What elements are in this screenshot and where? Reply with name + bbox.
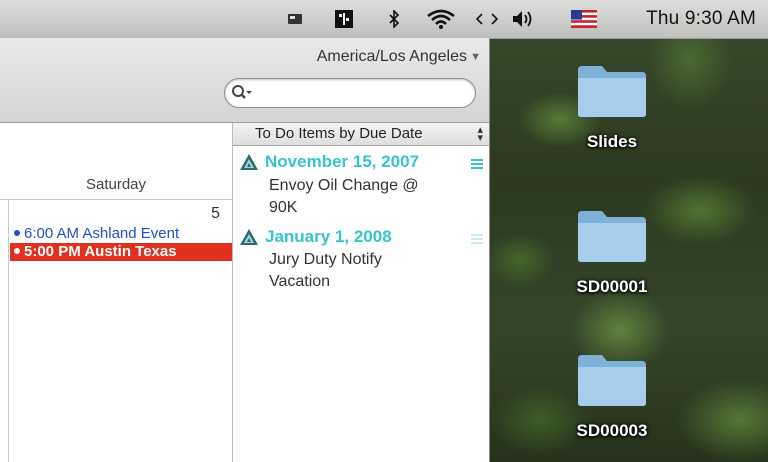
divider [0, 199, 232, 200]
calendar-view: Saturday 5 6:00 AM Ashland Event 5:00 PM… [0, 123, 233, 462]
todo-group-header[interactable]: November 15, 2007 [239, 151, 419, 173]
flag-icon[interactable] [285, 8, 305, 30]
todo-item[interactable]: Envoy Oil Change @ 90K [269, 175, 469, 219]
desktop-item-label: SD00003 [576, 421, 648, 440]
calendar-event-austin[interactable]: 5:00 PM Austin Texas [10, 243, 232, 261]
event-dot [14, 230, 20, 237]
desktop-item-sd00001[interactable]: SD00001 [552, 207, 672, 297]
event-dot [14, 248, 20, 255]
chevron-down-icon[interactable]: ▼ [470, 51, 481, 63]
folder-icon [578, 66, 646, 117]
todo-header-label: To Do Items by Due Date [255, 125, 423, 142]
todo-due-date: November 15, 2007 [265, 152, 420, 171]
search-field[interactable] [224, 78, 476, 108]
search-input[interactable] [257, 83, 461, 103]
todo-group-header[interactable]: January 1, 2008 [239, 226, 392, 248]
todo-item-text: Envoy Oil Change @ [269, 177, 419, 194]
timezone-selector[interactable]: America/Los Angeles [317, 48, 467, 66]
event-title: Ashland Event [82, 225, 180, 242]
folder-icon [578, 211, 646, 262]
calendar-icon[interactable] [333, 8, 355, 30]
volume-icon[interactable] [511, 8, 539, 30]
menubar-clock[interactable]: Thu 9:30 AM [646, 8, 756, 30]
todo-item-text: Vacation [269, 273, 331, 290]
divider [8, 200, 9, 462]
event-time: 5:00 PM [24, 243, 81, 260]
todo-item-text: 90K [269, 199, 298, 216]
bluetooth-icon[interactable] [386, 8, 402, 30]
todo-header[interactable]: To Do Items by Due Date ▴ ▾ [233, 123, 489, 146]
day-number: 5 [211, 205, 220, 222]
desktop-item-label: Slides [586, 132, 638, 151]
search-icon[interactable] [231, 84, 253, 102]
event-title: Austin Texas [84, 243, 177, 260]
sort-icon[interactable]: ▴ ▾ [477, 125, 483, 144]
todo-due-date: January 1, 2008 [265, 227, 392, 246]
desktop-item-slides[interactable]: Slides [552, 62, 672, 152]
wifi-icon[interactable] [424, 8, 458, 30]
todo-item[interactable]: Jury Duty Notify Vacation [269, 249, 469, 293]
calendar-app-window: America/Los Angeles ▼ Saturday 5 6:00 AM… [0, 38, 490, 462]
todo-item-text: Jury Duty Notify [269, 251, 382, 268]
sync-icon[interactable] [474, 8, 500, 30]
folder-icon [578, 355, 646, 406]
warning-icon [240, 229, 258, 245]
todo-pane: To Do Items by Due Date ▴ ▾ November 15, … [233, 123, 489, 462]
toolbar: America/Los Angeles ▼ [0, 38, 489, 123]
warning-icon [240, 154, 258, 170]
calendar-event-ashland[interactable]: 6:00 AM Ashland Event [10, 225, 232, 243]
menu-bar: Thu 9:30 AM [0, 0, 768, 39]
desktop-item-label: SD00001 [576, 277, 648, 296]
day-name: Saturday [85, 176, 147, 193]
event-time: 6:00 AM [24, 225, 80, 242]
us-flag-icon[interactable] [570, 8, 598, 30]
desktop-item-sd00003[interactable]: SD00003 [552, 351, 672, 441]
priority-low-icon[interactable] [471, 234, 483, 244]
priority-high-icon[interactable] [471, 159, 483, 169]
